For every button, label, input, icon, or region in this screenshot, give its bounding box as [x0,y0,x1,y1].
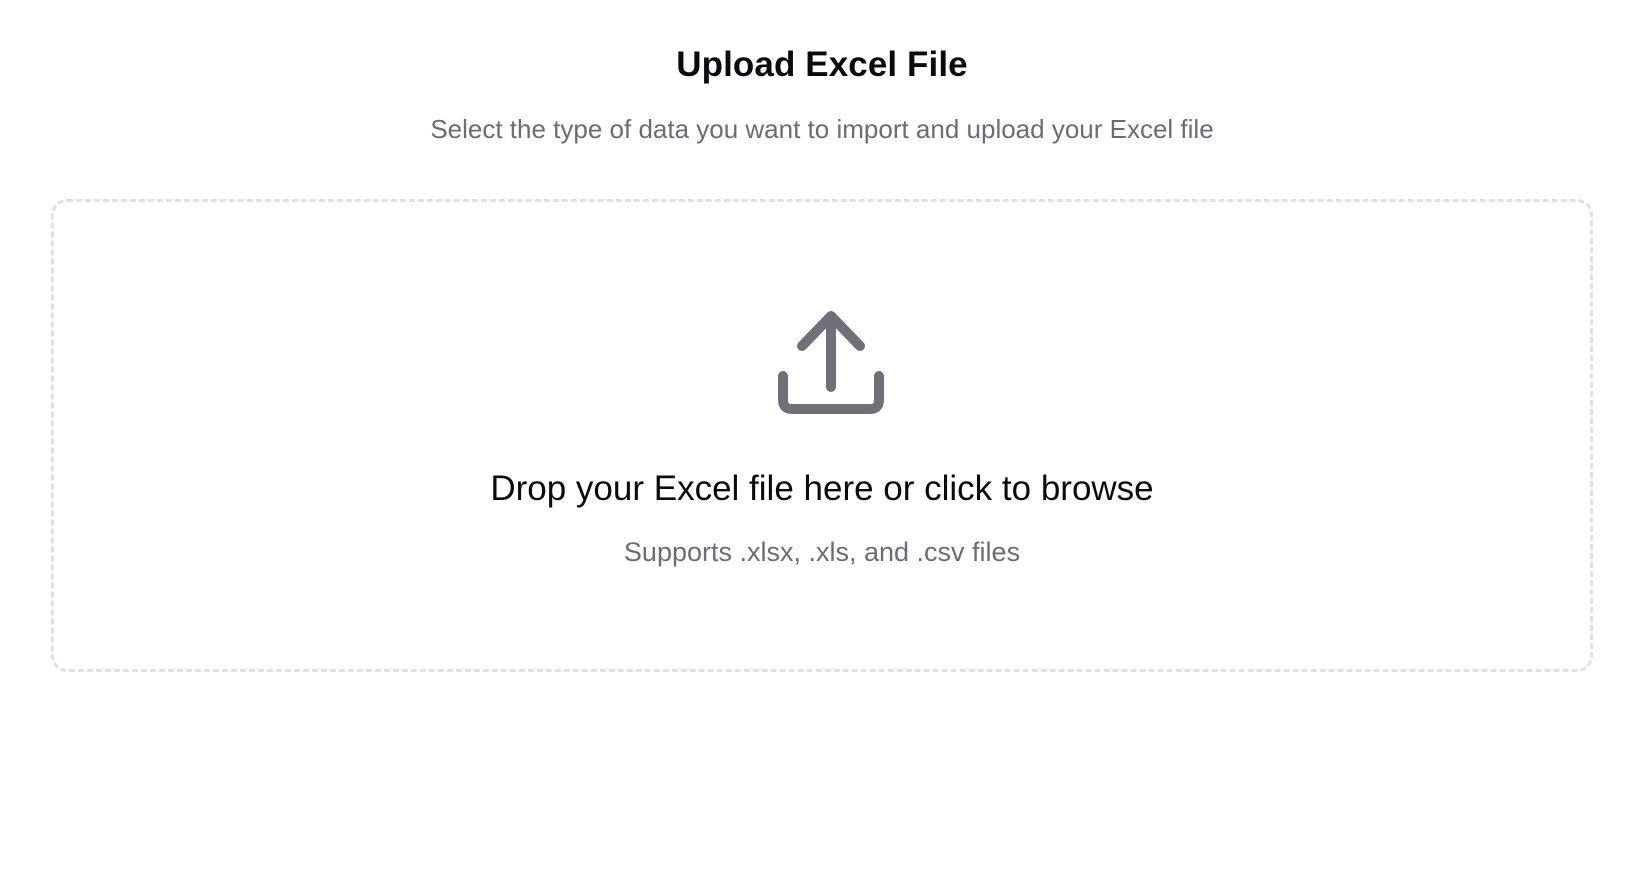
dropzone-supported-file-types: Supports .xlsx, .xls, and .csv files [623,537,1021,567]
page-subtitle: Select the type of data you want to impo… [430,114,1214,144]
upload-page: Upload Excel File Select the type of dat… [0,0,1644,896]
dropzone-primary-text: Drop your Excel file here or click to br… [490,469,1154,508]
page-title: Upload Excel File [676,45,968,84]
upload-icon [778,311,884,414]
file-dropzone[interactable]: Drop your Excel file here or click to br… [51,199,1593,672]
